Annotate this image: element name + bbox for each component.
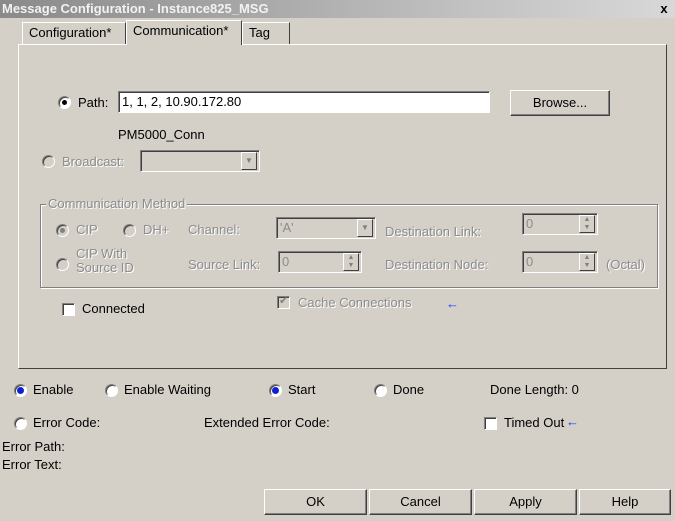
path-radio[interactable] bbox=[58, 96, 71, 109]
enable-indicator bbox=[14, 384, 27, 397]
cache-connections-label: Cache Connections bbox=[298, 295, 412, 310]
tab-tag[interactable]: Tag bbox=[242, 22, 290, 44]
start-indicator bbox=[269, 384, 282, 397]
enable-label: Enable bbox=[33, 382, 74, 397]
broadcast-radio[interactable] bbox=[42, 155, 55, 168]
broadcast-label: Broadcast: bbox=[62, 154, 125, 169]
tab-communication[interactable]: Communication* bbox=[126, 20, 242, 45]
cip-with-label-line2: Source ID bbox=[76, 260, 134, 275]
cancel-button[interactable]: Cancel bbox=[369, 489, 472, 515]
cache-connections-checkbox[interactable]: ✔ bbox=[277, 295, 290, 309]
close-icon[interactable]: x bbox=[656, 0, 672, 18]
done-indicator bbox=[374, 384, 387, 397]
help-button[interactable]: Help bbox=[579, 489, 671, 515]
message-configuration-dialog: Message Configuration - Instance825_MSG … bbox=[0, 0, 675, 521]
ok-button[interactable]: OK bbox=[264, 489, 367, 515]
tab-configuration[interactable]: Configuration* bbox=[22, 22, 126, 44]
start-label: Start bbox=[288, 382, 316, 397]
tab-configuration-label: Configuration* bbox=[29, 25, 112, 40]
timed-out-arrow-icon: ← bbox=[566, 414, 579, 429]
cip-with-source-id-radio[interactable] bbox=[56, 258, 69, 271]
timed-out-checkbox bbox=[484, 417, 497, 430]
error-code-indicator bbox=[14, 417, 27, 430]
cip-radio[interactable] bbox=[56, 224, 69, 237]
dh-plus-label: DH+ bbox=[143, 222, 170, 237]
cip-with-label-line1: CIP With bbox=[76, 246, 128, 261]
connection-name: PM5000_Conn bbox=[118, 127, 205, 142]
source-link-label: Source Link: bbox=[188, 257, 261, 272]
connected-label: Connected bbox=[82, 301, 145, 316]
path-input-value: 1, 1, 2, 10.90.172.80 bbox=[122, 94, 242, 109]
apply-button[interactable]: Apply bbox=[474, 489, 577, 515]
title-bar[interactable]: Message Configuration - Instance825_MSG … bbox=[0, 0, 675, 18]
enable-waiting-indicator bbox=[105, 384, 118, 397]
source-link-spinner-icon[interactable]: ▲ ▼ bbox=[343, 253, 359, 271]
source-link-value: 0 bbox=[282, 254, 290, 269]
broadcast-dropdown-chevron-icon[interactable]: ▼ bbox=[241, 152, 257, 170]
destination-node-value: 0 bbox=[526, 254, 534, 269]
destination-node-spinner-icon[interactable]: ▲ ▼ bbox=[579, 253, 595, 271]
destination-link-spinner-icon[interactable]: ▲ ▼ bbox=[579, 215, 595, 233]
tab-communication-label: Communication* bbox=[133, 23, 229, 38]
error-code-label: Error Code: bbox=[33, 415, 101, 430]
channel-label: Channel: bbox=[188, 222, 241, 237]
done-length: Done Length: 0 bbox=[490, 382, 579, 397]
destination-node-label: Destination Node: bbox=[385, 257, 489, 272]
enable-waiting-label: Enable Waiting bbox=[124, 382, 211, 397]
path-input[interactable]: 1, 1, 2, 10.90.172.80 bbox=[118, 91, 490, 113]
extended-error-code-label: Extended Error Code: bbox=[204, 415, 330, 430]
cip-label: CIP bbox=[76, 222, 98, 237]
communication-method-label: Communication Method bbox=[46, 196, 188, 211]
tab-tag-label: Tag bbox=[249, 25, 270, 40]
path-label: Path: bbox=[78, 95, 109, 110]
octal-label: (Octal) bbox=[606, 257, 645, 272]
channel-dropdown-chevron-icon[interactable]: ▼ bbox=[357, 219, 373, 237]
browse-button[interactable]: Browse... bbox=[510, 90, 610, 116]
cip-with-source-id-label: CIP With Source ID bbox=[76, 247, 134, 275]
channel-value: 'A' bbox=[280, 220, 294, 235]
error-path-label: Error Path: bbox=[2, 439, 65, 454]
error-text-label: Error Text: bbox=[2, 457, 62, 472]
dh-plus-radio[interactable] bbox=[123, 224, 136, 237]
connected-checkbox[interactable] bbox=[62, 303, 75, 316]
destination-link-label: Destination Link: bbox=[385, 224, 482, 239]
timed-out-label: Timed Out bbox=[504, 415, 565, 430]
window-title: Message Configuration - Instance825_MSG bbox=[2, 1, 269, 16]
destination-link-value: 0 bbox=[526, 216, 534, 231]
done-label: Done bbox=[393, 382, 425, 397]
cache-arrow-icon: ← bbox=[446, 296, 459, 311]
